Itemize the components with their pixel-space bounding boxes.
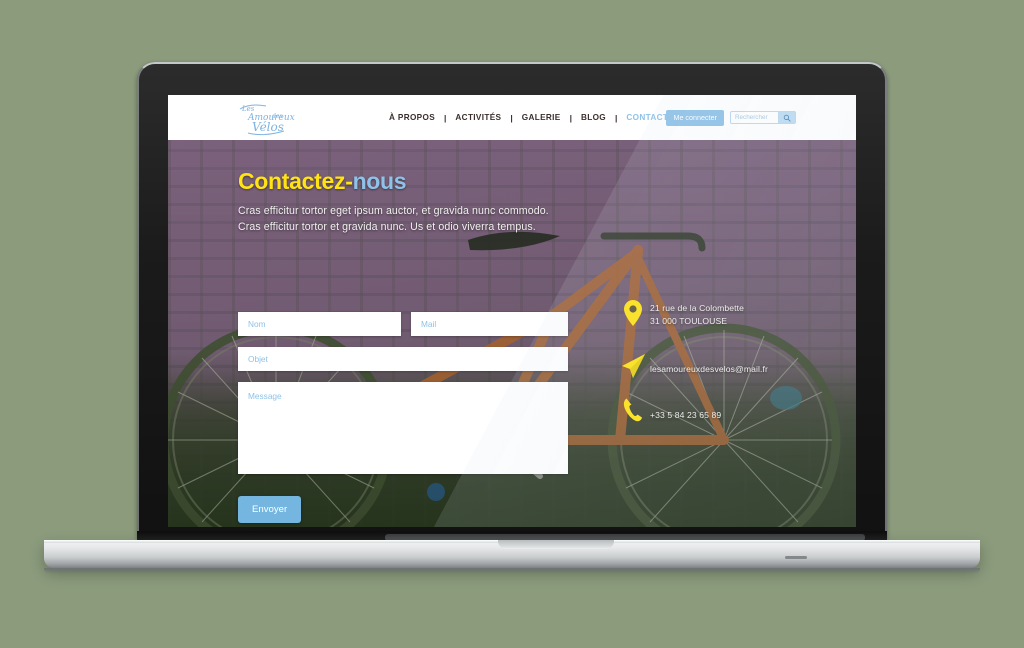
send-button[interactable]: Envoyer: [238, 496, 302, 523]
nav-item-activites[interactable]: ACTIVITÉS: [446, 113, 510, 122]
laptop-base-shadow: [44, 568, 980, 574]
laptop-base: [44, 540, 980, 568]
subject-input[interactable]: [238, 347, 568, 371]
header-actions: Me connecter: [666, 95, 796, 140]
paper-plane-icon: [616, 353, 650, 379]
form-row-name-mail: [238, 312, 568, 336]
hero-section: Contactez-nous Cras efficitur tortor ege…: [168, 140, 856, 527]
magnifier-icon: [783, 114, 791, 122]
laptop-base-port: [785, 556, 807, 559]
nav-item-a-propos[interactable]: À PROPOS: [380, 113, 444, 122]
message-textarea[interactable]: [238, 382, 568, 474]
address-line-2: 31 000 TOULOUSE: [650, 315, 728, 326]
login-button[interactable]: Me connecter: [666, 109, 724, 126]
contact-address-text: 21 rue de la Colombette 31 000 TOULOUSE: [650, 300, 744, 327]
laptop-mockup: Les Amoureux des Vélos À PROPOS | ACTIVI…: [0, 0, 1024, 648]
contact-address-block: 21 rue de la Colombette 31 000 TOULOUSE: [616, 300, 831, 327]
hero-subtitle-line1: Cras efficitur tortor eget ipsum auctor,…: [238, 205, 549, 217]
search-group: [730, 111, 796, 124]
location-pin-icon: [616, 300, 650, 326]
hero-content: Contactez-nous Cras efficitur tortor ege…: [168, 140, 856, 235]
nav-item-blog[interactable]: BLOG: [572, 113, 615, 122]
contact-email-text[interactable]: lesamoureuxdesvelos@mail.fr: [650, 353, 768, 376]
logo-script-icon: Les Amoureux des Vélos: [239, 104, 295, 136]
svg-text:des: des: [272, 113, 282, 120]
form-row-subject: [238, 347, 568, 371]
search-input[interactable]: [730, 111, 778, 124]
address-line-1: 21 rue de la Colombette: [650, 303, 745, 313]
page-title-part1: Contactez-: [238, 168, 353, 194]
page-title: Contactez-nous: [238, 168, 856, 195]
browser-screen: Les Amoureux des Vélos À PROPOS | ACTIVI…: [168, 95, 856, 527]
contact-phone-block: +33 5 84 23 65 89: [616, 397, 831, 423]
contact-info-panel: 21 rue de la Colombette 31 000 TOULOUSE …: [616, 300, 831, 449]
contact-phone-text[interactable]: +33 5 84 23 65 89: [650, 397, 721, 422]
main-navigation: À PROPOS | ACTIVITÉS | GALERIE | BLOG | …: [380, 95, 677, 140]
search-button[interactable]: [778, 111, 796, 124]
laptop-base-notch: [498, 540, 614, 549]
page-title-part2: nous: [352, 168, 407, 194]
phone-handset-icon: [616, 397, 650, 423]
contact-email-block: lesamoureuxdesvelos@mail.fr: [616, 353, 831, 379]
contact-form: Envoyer: [238, 312, 568, 523]
email-input[interactable]: [411, 312, 568, 336]
site-logo[interactable]: Les Amoureux des Vélos: [226, 99, 298, 137]
name-input[interactable]: [238, 312, 401, 336]
nav-item-galerie[interactable]: GALERIE: [513, 113, 570, 122]
site-header: Les Amoureux des Vélos À PROPOS | ACTIVI…: [168, 95, 856, 140]
hero-subtitle-line2: Cras efficitur tortor et gravida nunc. U…: [238, 221, 536, 233]
